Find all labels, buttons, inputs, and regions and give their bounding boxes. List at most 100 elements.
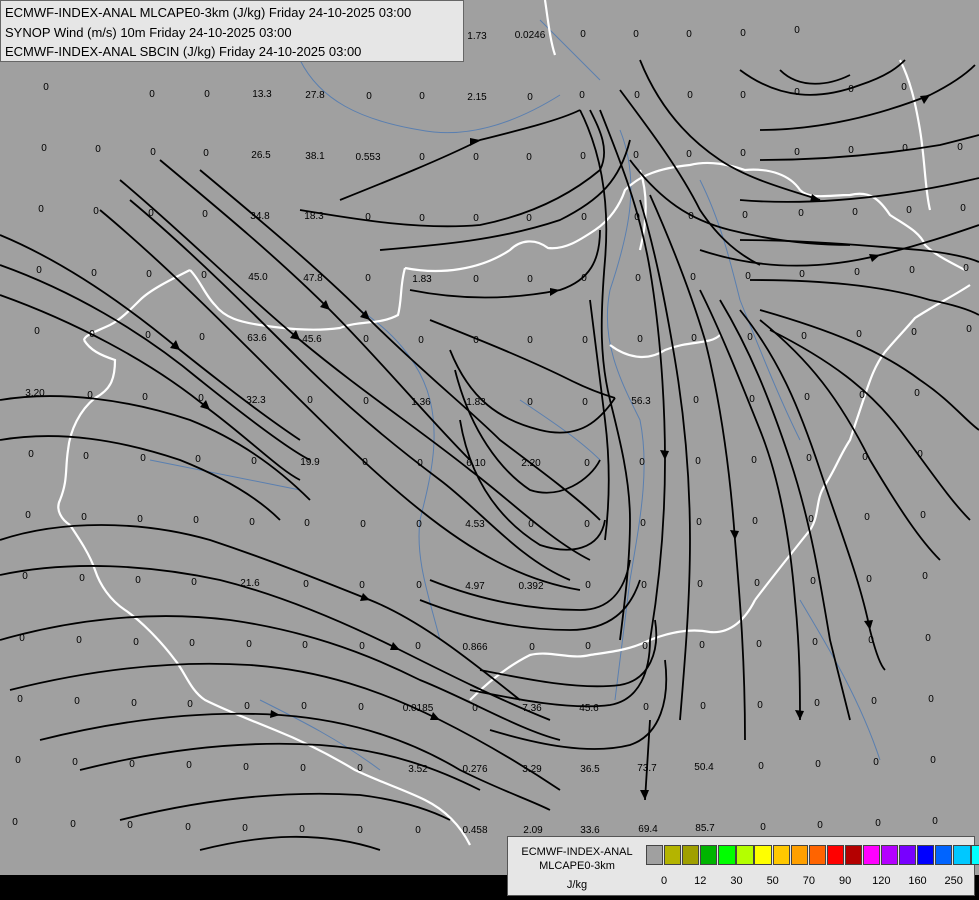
cape-value-label: 0: [871, 696, 877, 707]
cape-value-label: 6.10: [466, 458, 486, 469]
cape-value-label: 0: [365, 212, 371, 223]
cape-value-label: 0: [960, 203, 966, 214]
cape-value-label: 2.20: [521, 458, 541, 469]
cape-value-label: 0: [185, 822, 191, 833]
cape-value-label: 1.83: [412, 274, 432, 285]
cape-value-label: 0: [957, 142, 963, 153]
cape-value-label: 36.5: [580, 764, 600, 775]
cape-value-label: 0: [758, 761, 764, 772]
cape-value-label: 0: [242, 823, 248, 834]
cape-value-label: 0: [582, 397, 588, 408]
cape-value-label: 7.36: [522, 703, 542, 714]
cape-value-label: 0: [76, 635, 82, 646]
cape-value-label: 0: [925, 633, 931, 644]
legend-swatch: [736, 845, 754, 865]
cape-value-label: 0: [686, 149, 692, 160]
cape-value-label: 0: [639, 457, 645, 468]
cape-value-label: 0: [699, 640, 705, 651]
legend-tick-label: 50: [766, 875, 779, 887]
cape-value-label: 0: [901, 82, 907, 93]
cape-value-label: 0: [527, 92, 533, 103]
cape-value-label: 0: [43, 82, 49, 93]
cape-value-label: 3.29: [522, 764, 542, 775]
cape-value-label: 0: [416, 580, 422, 591]
cape-value-label: 2.15: [467, 92, 487, 103]
cape-value-label: 0.276: [462, 764, 487, 775]
cape-value-label: 0: [204, 89, 210, 100]
legend-swatch: [881, 845, 899, 865]
cape-value-label: 0: [526, 213, 532, 224]
cape-value-label: 0: [859, 390, 865, 401]
cape-value-label: 0: [580, 29, 586, 40]
cape-value-label: 0: [87, 390, 93, 401]
cape-value-label: 0: [856, 329, 862, 340]
cape-value-label: 0: [584, 519, 590, 530]
cape-value-label: 0: [930, 755, 936, 766]
cape-value-label: 0: [133, 637, 139, 648]
cape-value-label: 0: [804, 392, 810, 403]
cape-value-label: 0: [186, 760, 192, 771]
cape-value-label: 0: [740, 90, 746, 101]
cape-value-label: 0: [760, 822, 766, 833]
legend-tick-label: 160: [908, 875, 927, 887]
cape-value-label: 0.458: [462, 825, 487, 836]
cape-value-label: 0: [873, 757, 879, 768]
cape-value-label: 0: [189, 638, 195, 649]
cape-value-label: 0: [17, 694, 23, 705]
legend-swatch: [664, 845, 682, 865]
cape-value-label: 0: [140, 453, 146, 464]
cape-value-label: 0: [473, 274, 479, 285]
cape-value-label: 0: [742, 210, 748, 221]
cape-value-label: 0: [83, 451, 89, 462]
legend-swatch: [700, 845, 718, 865]
cape-value-label: 0: [357, 825, 363, 836]
cape-value-label: 0: [89, 329, 95, 340]
cape-value-label: 0: [817, 820, 823, 831]
legend-swatch: [953, 845, 971, 865]
cape-value-label: 73.7: [637, 763, 657, 774]
cape-value-label: 0: [91, 268, 97, 279]
cape-value-label: 2.09: [523, 825, 543, 836]
cape-value-label: 0: [363, 334, 369, 345]
cape-value-label: 3.20: [25, 388, 45, 399]
cape-value-label: 0: [640, 518, 646, 529]
cape-value-label: 0: [696, 517, 702, 528]
cape-value-label: 32.3: [246, 395, 266, 406]
cape-value-label: 0: [633, 150, 639, 161]
cape-value-label: 0: [137, 514, 143, 525]
cape-value-label: 0: [693, 395, 699, 406]
cape-value-label: 18.3: [304, 211, 324, 222]
cape-value-label: 3.52: [408, 764, 428, 775]
cape-value-label: 0: [129, 759, 135, 770]
cape-value-label: 0: [909, 265, 915, 276]
cape-value-label: 26.5: [251, 150, 271, 161]
cape-value-label: 45.6: [579, 703, 599, 714]
legend-swatches: [646, 845, 979, 867]
cape-value-label: 0: [146, 269, 152, 280]
cape-value-label: 0: [12, 817, 18, 828]
cape-value-label: 0: [914, 388, 920, 399]
cape-value-label: 0: [917, 449, 923, 460]
cape-value-label: 0: [72, 757, 78, 768]
legend-swatch: [935, 845, 953, 865]
cape-value-label: 0: [814, 698, 820, 709]
legend-swatch: [646, 845, 664, 865]
cape-value-label: 0: [135, 575, 141, 586]
cape-value-label: 0: [95, 144, 101, 155]
cape-value-label: 0: [127, 820, 133, 831]
cape-value-label: 21.6: [240, 578, 260, 589]
cape-value-label: 0: [911, 327, 917, 338]
cape-value-label: 0: [473, 152, 479, 163]
cape-value-label: 0: [362, 457, 368, 468]
cape-value-label: 0: [740, 148, 746, 159]
cape-value-label: 0: [688, 211, 694, 222]
cape-value-label: 1.73: [467, 31, 487, 42]
cape-value-label: 0: [246, 639, 252, 650]
cape-value-label: 0: [634, 212, 640, 223]
cape-value-label: 0: [307, 395, 313, 406]
cape-value-label: 0: [243, 762, 249, 773]
cape-value-label: 0: [695, 456, 701, 467]
cape-value-label: 0: [637, 334, 643, 345]
cape-value-label: 0: [416, 519, 422, 530]
cape-value-label: 0: [300, 763, 306, 774]
